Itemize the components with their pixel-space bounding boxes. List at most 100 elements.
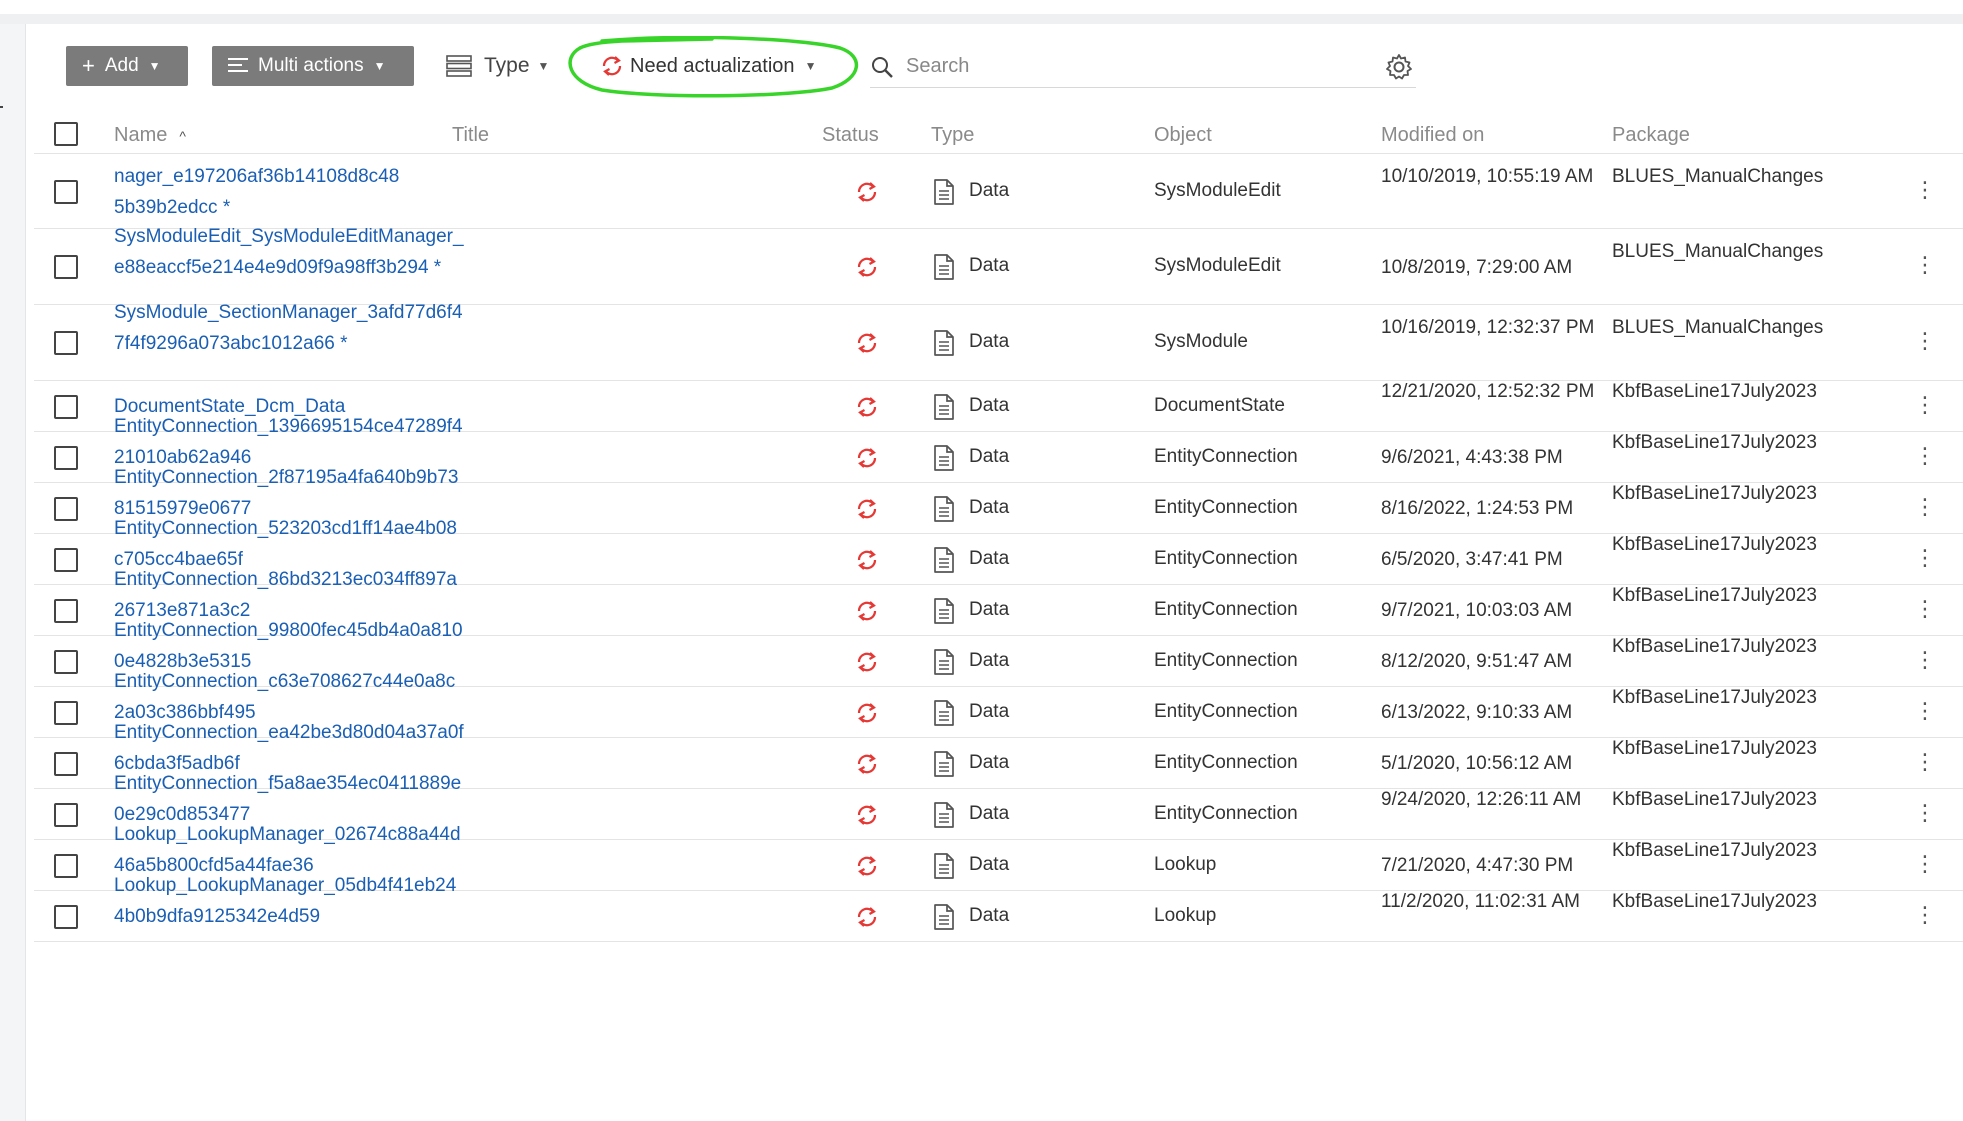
row-more-menu-icon[interactable]: ⋮ xyxy=(1914,902,1936,932)
row-more-menu-icon[interactable]: ⋮ xyxy=(1914,545,1936,575)
packages-panel: + Add ▼ Multi actions ▼ Type ▼ Need actu… xyxy=(34,24,1963,1121)
row-type: Data xyxy=(969,598,1010,620)
row-modified-on: 10/8/2019, 7:29:00 AM xyxy=(1381,256,1573,278)
row-modified-on: 9/6/2021, 4:43:38 PM xyxy=(1381,447,1563,468)
row-modified-on: 5/1/2020, 10:56:12 AM xyxy=(1381,753,1573,774)
type-filter[interactable]: Type ▼ xyxy=(446,46,549,86)
column-title[interactable]: Title xyxy=(452,124,489,147)
row-name-link[interactable]: SysModuleEdit_SysModuleEditManager_e88ea… xyxy=(114,221,464,283)
row-name-link[interactable]: SysModule_SectionManager_3afd77d6f47f4f9… xyxy=(114,297,464,359)
row-modified-on: 9/24/2020, 12:26:11 AM xyxy=(1381,788,1582,810)
need-actualization-filter[interactable]: Need actualization ▼ xyxy=(600,46,816,86)
add-button-label: Add xyxy=(104,55,139,76)
sort-ascending-icon[interactable]: ^ xyxy=(179,128,186,144)
row-checkbox[interactable] xyxy=(54,751,78,776)
row-more-menu-icon[interactable]: ⋮ xyxy=(1914,328,1936,358)
sync-icon xyxy=(852,851,882,881)
row-modified-on: 11/2/2020, 11:02:31 AM xyxy=(1381,890,1580,912)
row-object: SysModuleEdit xyxy=(1154,179,1281,201)
row-modified-on: 8/12/2020, 9:51:47 AM xyxy=(1381,651,1573,672)
row-checkbox[interactable] xyxy=(54,802,78,827)
column-modified[interactable]: Modified on xyxy=(1381,124,1484,147)
row-more-menu-icon[interactable]: ⋮ xyxy=(1914,596,1936,626)
document-icon xyxy=(932,750,956,778)
sync-icon xyxy=(602,56,622,76)
row-checkbox[interactable] xyxy=(54,853,78,878)
row-package: KbfBaseLine17July2023 xyxy=(1612,380,1817,402)
row-type: Data xyxy=(969,331,1010,352)
search-input[interactable] xyxy=(906,55,1386,78)
column-package[interactable]: Package xyxy=(1612,124,1690,147)
row-type: Data xyxy=(969,649,1010,671)
row-type: Data xyxy=(969,179,1010,201)
row-more-menu-icon[interactable]: ⋮ xyxy=(1914,252,1936,282)
row-type: Data xyxy=(969,751,1010,773)
row-more-menu-icon[interactable]: ⋮ xyxy=(1914,443,1936,473)
row-package: KbfBaseLine17July2023 xyxy=(1612,839,1817,861)
row-more-menu-icon[interactable]: ⋮ xyxy=(1914,392,1936,422)
column-name[interactable]: Name ^ xyxy=(114,124,186,147)
row-object: SysModuleEdit xyxy=(1154,255,1281,276)
table-header: Name ^ Title Status Type Object Modified … xyxy=(34,116,1963,154)
row-checkbox[interactable] xyxy=(54,255,78,279)
row-type: Data xyxy=(969,904,1010,926)
document-icon xyxy=(932,801,956,829)
row-modified-on: 7/21/2020, 4:47:30 PM xyxy=(1381,855,1574,876)
row-checkbox[interactable] xyxy=(54,496,78,521)
gear-icon[interactable] xyxy=(1384,52,1414,82)
row-more-menu-icon[interactable]: ⋮ xyxy=(1914,749,1936,779)
row-object: Lookup xyxy=(1154,853,1217,875)
row-type: Data xyxy=(969,700,1010,722)
row-checkbox[interactable] xyxy=(54,445,78,470)
top-divider xyxy=(0,14,1963,24)
row-more-menu-icon[interactable]: ⋮ xyxy=(1914,698,1936,728)
row-checkbox[interactable] xyxy=(54,394,78,419)
search-box xyxy=(870,46,1416,88)
caret-down-icon: ▼ xyxy=(148,59,161,73)
row-package: KbfBaseLine17July2023 xyxy=(1612,431,1817,453)
row-name-link[interactable]: Lookup_LookupManager_05db4f41eb244b0b9df… xyxy=(114,870,464,932)
row-modified-on: 6/13/2022, 9:10:33 AM xyxy=(1381,702,1573,723)
row-object: SysModule xyxy=(1154,331,1248,352)
row-package: BLUES_ManualChanges xyxy=(1612,165,1824,187)
row-more-menu-icon[interactable]: ⋮ xyxy=(1914,177,1936,207)
row-object: EntityConnection xyxy=(1154,547,1298,569)
row-checkbox[interactable] xyxy=(54,649,78,674)
sync-icon xyxy=(852,800,882,830)
multi-actions-button[interactable]: Multi actions ▼ xyxy=(212,46,414,86)
list-icon xyxy=(228,55,248,77)
row-more-menu-icon[interactable]: ⋮ xyxy=(1914,647,1936,677)
table-row[interactable]: nager_e197206af36b14108d8c48 5b39b2edcc … xyxy=(34,154,1963,229)
row-more-menu-icon[interactable]: ⋮ xyxy=(1914,494,1936,524)
row-type: Data xyxy=(969,802,1010,824)
row-checkbox[interactable] xyxy=(54,700,78,725)
table-row[interactable]: Lookup_LookupManager_05db4f41eb244b0b9df… xyxy=(34,875,1963,942)
row-object: EntityConnection xyxy=(1154,445,1298,467)
sync-icon xyxy=(852,443,882,473)
row-checkbox[interactable] xyxy=(54,179,78,204)
select-all-checkbox[interactable] xyxy=(54,122,78,146)
add-button[interactable]: + Add ▼ xyxy=(66,46,188,86)
stack-icon xyxy=(446,55,472,77)
row-package: KbfBaseLine17July2023 xyxy=(1612,737,1817,759)
column-status[interactable]: Status xyxy=(822,124,879,147)
sync-icon xyxy=(852,647,882,677)
type-filter-label: Type xyxy=(484,54,530,77)
row-name-link[interactable]: nager_e197206af36b14108d8c48 5b39b2edcc … xyxy=(114,161,464,223)
sync-icon xyxy=(852,494,882,524)
row-type: Data xyxy=(969,496,1010,518)
sync-icon xyxy=(852,902,882,932)
row-checkbox[interactable] xyxy=(54,904,78,929)
document-icon xyxy=(932,329,956,357)
row-more-menu-icon[interactable]: ⋮ xyxy=(1914,800,1936,830)
document-icon xyxy=(932,393,956,421)
row-type: Data xyxy=(969,394,1010,416)
table-row[interactable]: SysModule_SectionManager_3afd77d6f47f4f9… xyxy=(34,302,1963,381)
table-row[interactable]: SysModuleEdit_SysModuleEditManager_e88ea… xyxy=(34,226,1963,305)
column-type[interactable]: Type xyxy=(931,124,974,147)
row-checkbox[interactable] xyxy=(54,331,78,355)
row-more-menu-icon[interactable]: ⋮ xyxy=(1914,851,1936,881)
row-checkbox[interactable] xyxy=(54,547,78,572)
row-checkbox[interactable] xyxy=(54,598,78,623)
column-object[interactable]: Object xyxy=(1154,124,1212,147)
